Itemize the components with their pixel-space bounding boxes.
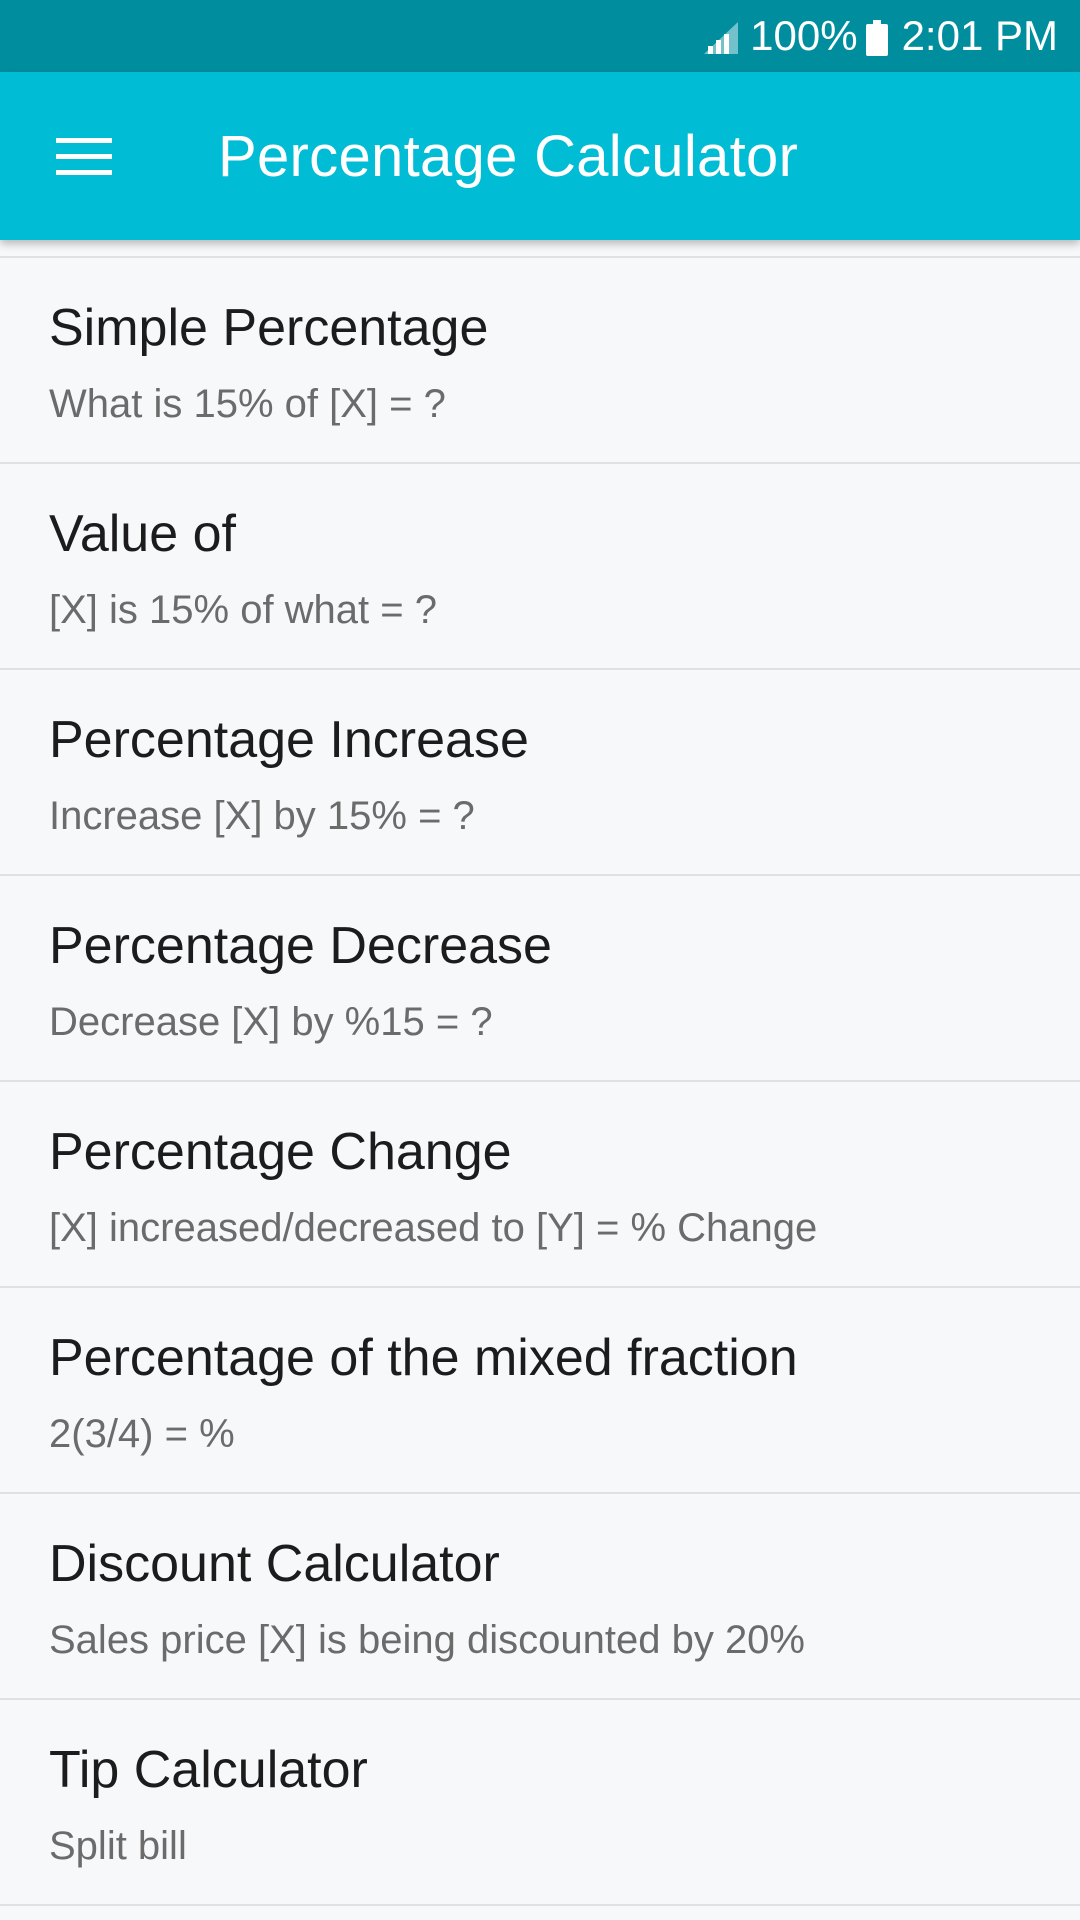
item-title: Tip Calculator — [49, 1741, 368, 1799]
battery-icon — [865, 18, 888, 56]
item-title: Percentage of the mixed fraction — [49, 1329, 798, 1387]
item-subtitle: [X] increased/decreased to [Y] = % Chang… — [49, 1206, 818, 1250]
list-item-simple-percentage[interactable]: Simple Percentage What is 15% of [X] = ? — [0, 258, 1080, 464]
list-item-percentage-increase[interactable]: Percentage Increase Increase [X] by 15% … — [0, 670, 1080, 876]
list-item-discount-calculator[interactable]: Discount Calculator Sales price [X] is b… — [0, 1494, 1080, 1700]
item-title: Percentage Decrease — [49, 917, 552, 975]
item-title: Value of — [49, 505, 236, 563]
item-subtitle: What is 15% of [X] = ? — [49, 382, 446, 426]
item-title: Percentage Change — [49, 1123, 512, 1181]
list-item-value-of[interactable]: Value of [X] is 15% of what = ? — [0, 464, 1080, 670]
battery-percentage: 100% — [750, 12, 858, 59]
item-title: Discount Calculator — [49, 1535, 500, 1593]
item-subtitle: Decrease [X] by %15 = ? — [49, 1000, 493, 1044]
app-bar: Percentage Calculator — [0, 72, 1080, 240]
list-item-percentage-change[interactable]: Percentage Change [X] increased/decrease… — [0, 1082, 1080, 1288]
item-title: Percentage Increase — [49, 711, 529, 769]
item-subtitle: 2(3/4) = % — [49, 1412, 235, 1456]
signal-icon — [702, 18, 740, 54]
item-subtitle: Sales price [X] is being discounted by 2… — [49, 1618, 805, 1662]
calculator-list: Simple Percentage What is 15% of [X] = ?… — [0, 256, 1080, 1906]
item-subtitle: Increase [X] by 15% = ? — [49, 794, 475, 838]
list-item-percentage-decrease[interactable]: Percentage Decrease Decrease [X] by %15 … — [0, 876, 1080, 1082]
clock: 2:01 PM — [901, 12, 1058, 59]
item-subtitle: Split bill — [49, 1824, 187, 1868]
list-item-tip-calculator[interactable]: Tip Calculator Split bill — [0, 1700, 1080, 1906]
list-item-mixed-fraction[interactable]: Percentage of the mixed fraction 2(3/4) … — [0, 1288, 1080, 1494]
status-bar: 100% 2:01 PM — [0, 0, 1080, 72]
hamburger-menu-button[interactable] — [42, 114, 126, 198]
page-title: Percentage Calculator — [218, 123, 799, 189]
hamburger-menu-icon — [56, 136, 112, 176]
item-subtitle: [X] is 15% of what = ? — [49, 588, 437, 632]
item-title: Simple Percentage — [49, 299, 489, 357]
